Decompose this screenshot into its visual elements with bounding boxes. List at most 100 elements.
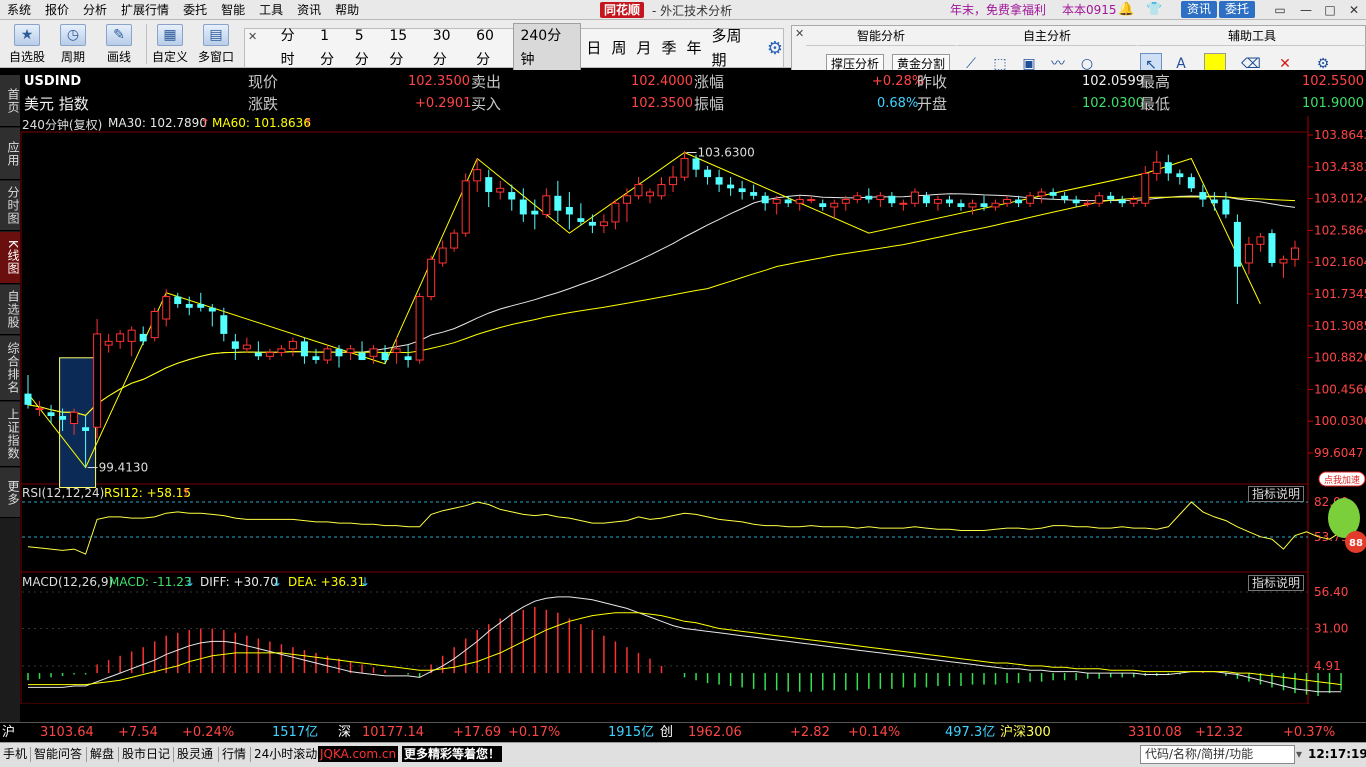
candle-body-down	[588, 221, 596, 226]
period-year[interactable]: 年	[681, 36, 706, 60]
minimize-icon[interactable]: —	[1298, 2, 1314, 18]
close-icon[interactable]: ✕	[1346, 2, 1362, 18]
maximize-icon[interactable]: □	[1322, 2, 1338, 18]
period-button[interactable]: ◷ 周期	[51, 22, 95, 66]
period-15min[interactable]: 15分	[383, 24, 426, 72]
period-quarter[interactable]: 季	[656, 36, 681, 60]
period-30min[interactable]: 30分	[427, 24, 470, 72]
candle-body-down	[565, 206, 573, 215]
period-240min[interactable]: 240分钟	[513, 23, 582, 73]
self-analysis-header[interactable]: 自主分析	[957, 26, 1137, 46]
promo-link[interactable]: 年末，免费拿福利	[950, 0, 1046, 20]
bottom-stock-link[interactable]: 股灵通	[177, 746, 213, 762]
pct-label: 涨幅	[694, 73, 725, 91]
bottom-smart-qa[interactable]: 智能问答	[34, 746, 82, 762]
period-day[interactable]: 日	[581, 36, 606, 60]
menu-system[interactable]: 系统	[0, 0, 38, 20]
candle-body-up	[830, 202, 839, 208]
candle-body-down	[1164, 162, 1172, 174]
period-month[interactable]: 月	[631, 36, 656, 60]
info-button[interactable]: 资讯	[1181, 1, 1218, 18]
bottom-diary[interactable]: 股市日记	[122, 746, 170, 762]
bell-icon[interactable]: 🔔	[1118, 2, 1134, 18]
price-axis-label: 99.6047	[1314, 446, 1364, 460]
search-input[interactable]: 代码/名称/简拼/功能	[1140, 745, 1295, 764]
menu-quote[interactable]: 报价	[38, 0, 76, 20]
custom-button[interactable]: ▦ 自定义	[148, 22, 192, 66]
candle-body-up	[599, 221, 608, 227]
candle-body-down	[738, 188, 746, 193]
close-icon[interactable]: ✕	[248, 30, 257, 43]
search-dropdown-icon[interactable]: ▾	[1296, 746, 1302, 762]
candle-body-down	[1049, 192, 1057, 196]
aux-tools-header[interactable]: 辅助工具	[1138, 26, 1366, 46]
buy-label: 买入	[471, 95, 502, 113]
candle-body-up	[242, 344, 251, 350]
slogan: 更多精彩等着您！	[402, 746, 503, 762]
tab-watchlist[interactable]: 自选股	[0, 285, 20, 335]
bottom-analysis[interactable]: 解盘	[90, 746, 114, 762]
tab-sh-index[interactable]: 上证指数	[0, 402, 20, 467]
period-1min[interactable]: 1分	[314, 24, 349, 72]
draw-line-button[interactable]: ✎ 画线	[97, 22, 141, 66]
speedup-badge[interactable]: 点我加速 88	[1316, 470, 1366, 560]
candle-body-down	[485, 177, 493, 193]
candle-body-up	[876, 195, 885, 201]
tab-home[interactable]: 首页	[0, 75, 20, 127]
candle-body-up	[265, 352, 274, 357]
kline-chart[interactable]: 103.8643 103.4383 103.0124 102.5864 102.1604…	[20, 116, 1366, 704]
candle-body-down	[208, 307, 216, 312]
menu-extended[interactable]: 扩展行情	[114, 0, 176, 20]
tab-kline[interactable]: K线图	[0, 232, 20, 284]
candle-body-up	[461, 180, 470, 234]
low-annotation: 99.4130	[99, 461, 149, 475]
menu-analysis[interactable]: 分析	[76, 0, 114, 20]
tab-more[interactable]: 更多	[0, 468, 20, 518]
macd-explain-button[interactable]: 指标说明	[1248, 575, 1305, 591]
candle-body-down	[692, 158, 700, 170]
menu-help[interactable]: 帮助	[328, 0, 366, 20]
clock-icon: ◷	[60, 24, 86, 46]
index-item: +12.32	[1195, 725, 1244, 740]
period-5min[interactable]: 5分	[349, 24, 384, 72]
candle-body-down	[1222, 199, 1230, 215]
menu-smart[interactable]: 智能	[214, 0, 252, 20]
candle-body-down	[47, 412, 55, 417]
chart-canvas[interactable]: 103.8643 103.4383 103.0124 102.5864 102.1604…	[20, 116, 1366, 704]
candle-body-up	[991, 202, 1000, 208]
menu-trade[interactable]: 委托	[176, 0, 214, 20]
menu-tools[interactable]: 工具	[252, 0, 290, 20]
multi-window-button[interactable]: ▤ 多窗口	[194, 22, 238, 66]
candle-body-down	[577, 218, 585, 222]
period-multi[interactable]: 多周期	[707, 24, 761, 72]
gear-icon[interactable]: ⚙	[767, 38, 783, 59]
watchlist-button[interactable]: ★ 自选股	[5, 22, 49, 66]
site-link[interactable]: JQKA.com.cn	[318, 746, 399, 762]
index-item: 深	[338, 725, 352, 740]
candle-body-up	[542, 195, 551, 215]
restore-icon[interactable]: ▭	[1272, 2, 1288, 18]
shirt-icon[interactable]: 👕	[1146, 2, 1162, 18]
arrow-up-icon: ↑	[200, 116, 211, 130]
bottom-mobile[interactable]: 手机	[3, 746, 27, 762]
promo-link-2[interactable]: 本本0915	[1062, 0, 1117, 20]
high-annotation: 103.6300	[698, 145, 755, 159]
smart-analysis-header[interactable]: 智能分析	[806, 26, 956, 46]
period-tick[interactable]: 分时	[275, 24, 315, 72]
trade-button[interactable]: 委托	[1219, 1, 1256, 18]
tab-intraday[interactable]: 分时图	[0, 181, 20, 231]
period-week[interactable]: 周	[606, 36, 631, 60]
bottom-24h[interactable]: 24小时滚动	[254, 746, 317, 762]
macd-axis-label: 31.00	[1314, 622, 1348, 636]
tab-apps[interactable]: 应用	[0, 128, 20, 180]
candle-body-down	[185, 304, 193, 308]
bottom-quotes[interactable]: 行情	[222, 746, 246, 762]
close-icon[interactable]: ✕	[795, 27, 804, 40]
price-axis-label: 103.0124	[1314, 192, 1366, 206]
menu-news[interactable]: 资讯	[290, 0, 328, 20]
rsi-explain-button[interactable]: 指标说明	[1248, 486, 1305, 502]
index-ticker-bar: 沪 3103.64 +7.54 +0.24% 1517亿 深 10177.14 +17.69 +…	[0, 722, 1366, 742]
candle-body-down	[404, 356, 412, 361]
tab-ranking[interactable]: 综合排名	[0, 336, 20, 401]
period-60min[interactable]: 60分	[470, 24, 513, 72]
